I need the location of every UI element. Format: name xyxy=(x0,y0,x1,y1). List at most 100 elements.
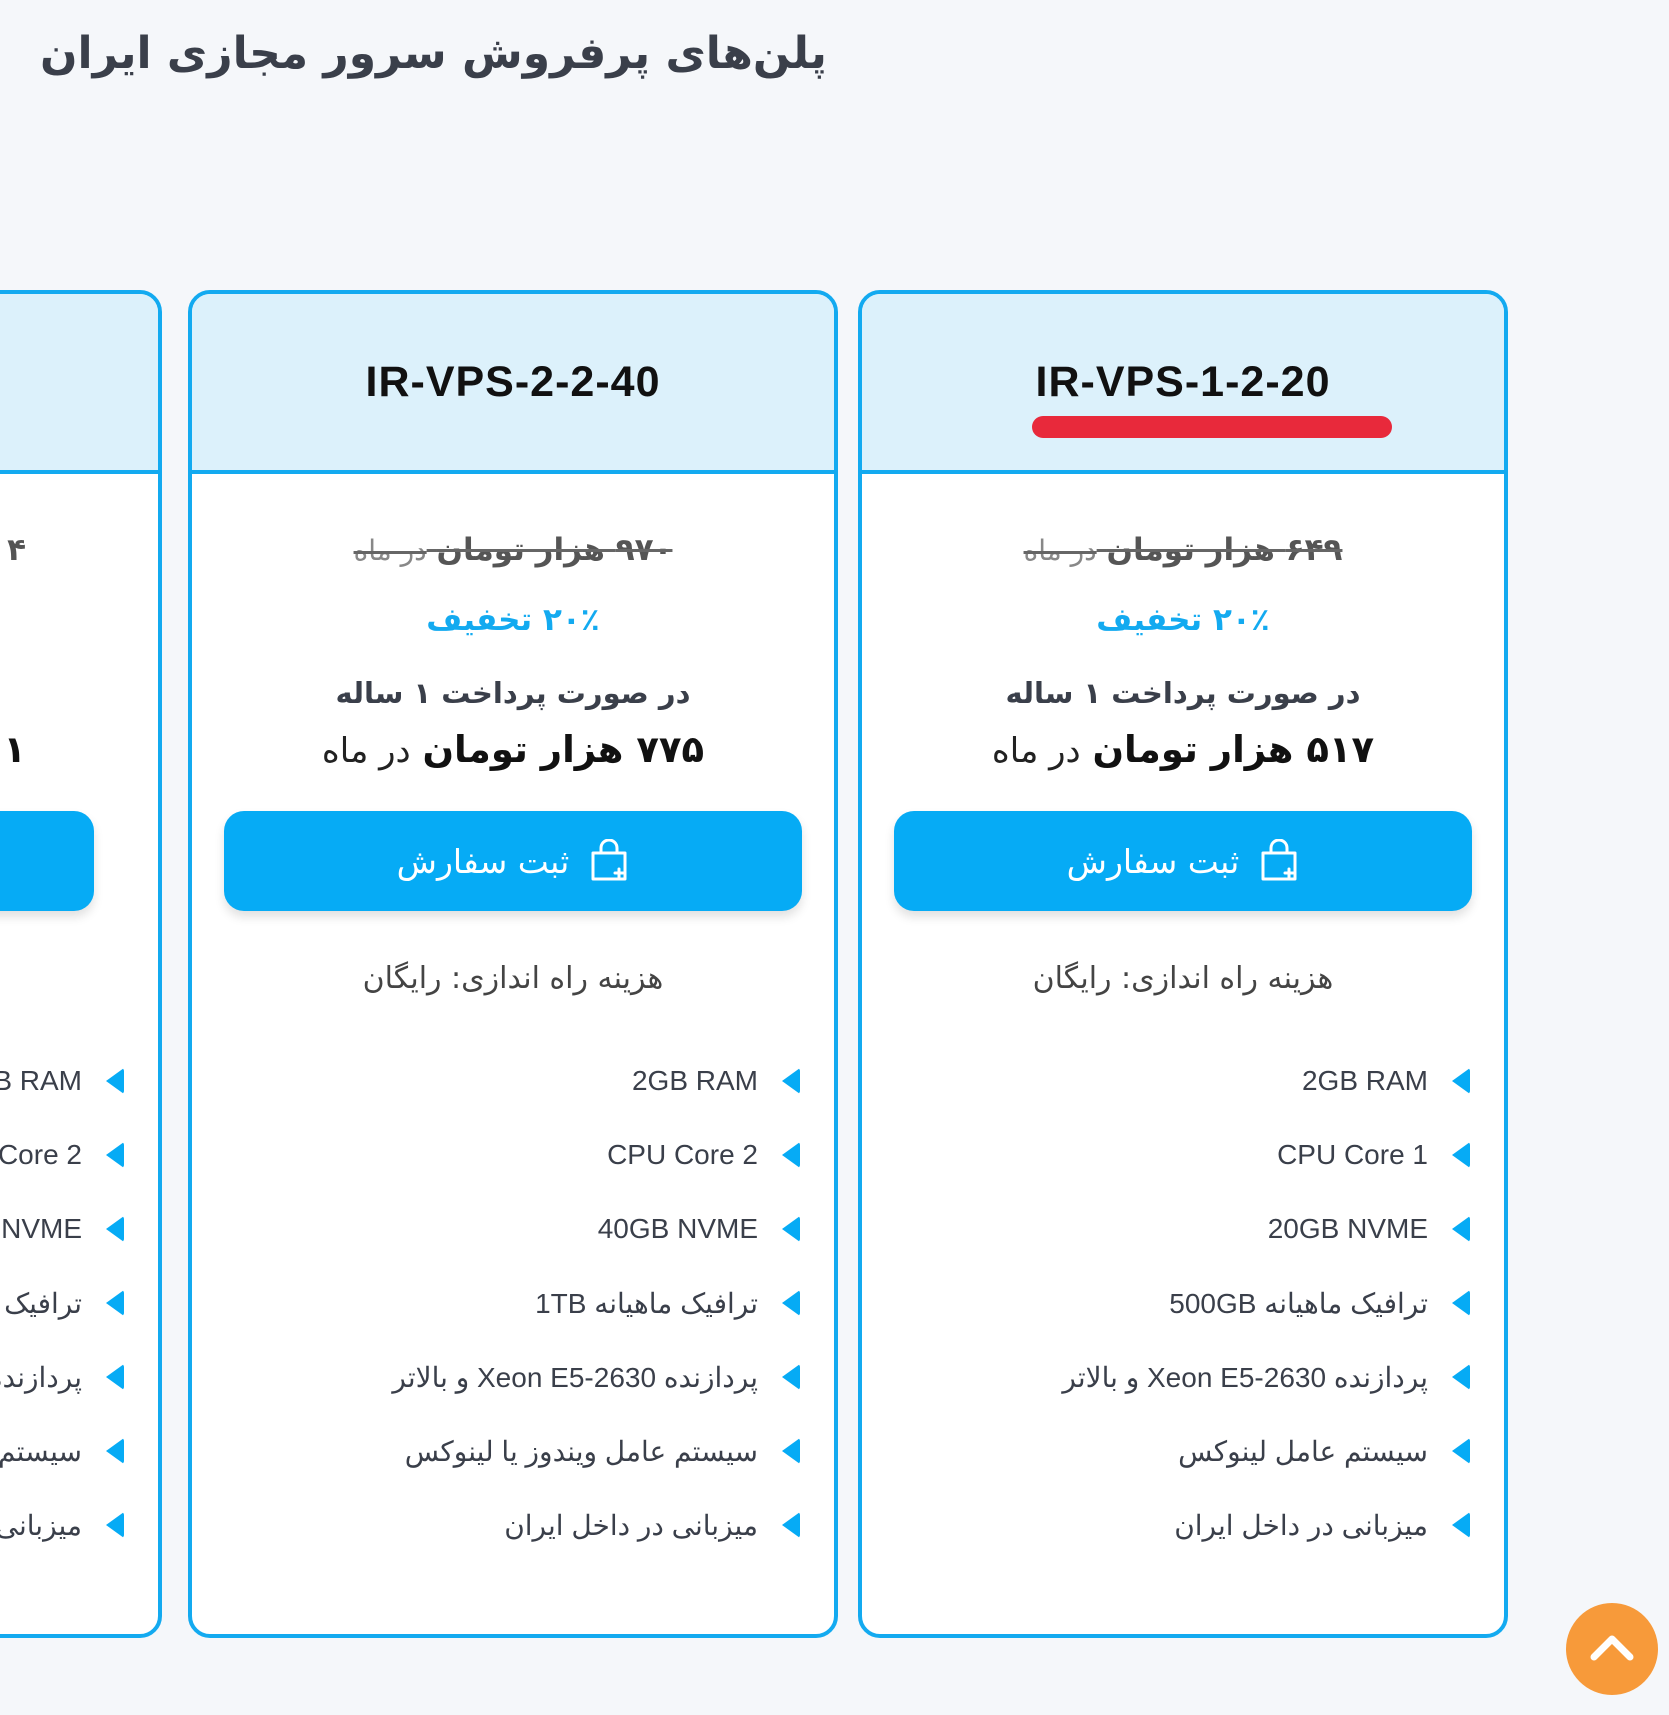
arrow-left-icon xyxy=(1452,1068,1470,1094)
feature-item: B RAM xyxy=(0,1044,124,1118)
old-price-period: در ماه xyxy=(1023,534,1097,567)
shopping-bag-icon xyxy=(1259,839,1299,883)
feature-list: 2GB RAM CPU Core 1 20GB NVME ترافیک ماهی… xyxy=(862,1044,1504,1562)
plan-name: IR-VPS-1-2-20 xyxy=(1035,357,1331,406)
feature-item: Core 2 xyxy=(0,1118,124,1192)
setup-fee: هزینه راه اندازی: رایگان xyxy=(362,961,664,996)
yearly-note-placeholder xyxy=(0,676,26,710)
old-price-amount: ۶۴۹ هزار تومان xyxy=(1106,532,1343,568)
feature-list: B RAM Core 2 NVME ترافیک پردازنده سیستم … xyxy=(0,1044,158,1562)
arrow-left-icon xyxy=(782,1290,800,1316)
feature-text: میزبانی xyxy=(0,1509,82,1541)
feature-text: NVME xyxy=(1,1213,82,1244)
feature-text: میزبانی در داخل ایران xyxy=(1174,1509,1428,1541)
feature-item: پردازنده xyxy=(0,1340,124,1414)
old-price-fragment: ۴ xyxy=(7,532,26,568)
discount-badge: ۲۰٪ تخفیف xyxy=(1096,602,1270,638)
feature-text: B RAM xyxy=(0,1065,82,1096)
feature-item: سیستم عامل لینوکس xyxy=(862,1414,1470,1488)
arrow-left-icon xyxy=(106,1068,124,1094)
arrow-left-icon xyxy=(1452,1142,1470,1168)
old-price: ۶۴۹ هزار تومان در ماه xyxy=(862,532,1504,568)
new-price-amount: ۵۱۷ هزار تومان xyxy=(1092,728,1375,771)
feature-item: میزبانی در داخل ایران xyxy=(862,1488,1470,1562)
new-price: ۵۱۷ هزار تومان در ماه xyxy=(862,728,1504,771)
scroll-to-top-button[interactable] xyxy=(1566,1603,1658,1695)
feature-text: CPU Core 2 xyxy=(607,1139,758,1170)
order-button[interactable] xyxy=(0,811,94,911)
feature-text: پردازنده xyxy=(0,1361,82,1393)
card-header: IR-VPS-1-2-20 xyxy=(862,294,1504,474)
feature-text: میزبانی در داخل ایران xyxy=(504,1509,758,1541)
arrow-left-icon xyxy=(1452,1216,1470,1242)
discount-badge: ۲۰٪ تخفیف xyxy=(426,602,600,638)
feature-text: 40GB NVME xyxy=(597,1213,758,1244)
arrow-left-icon xyxy=(782,1216,800,1242)
red-underline-annotation xyxy=(1032,416,1392,438)
arrow-left-icon xyxy=(782,1364,800,1390)
yearly-note: در صورت پرداخت ۱ ساله xyxy=(335,676,691,710)
feature-text: 2GB RAM xyxy=(631,1065,758,1096)
yearly-note: در صورت پرداخت ۱ ساله xyxy=(1005,676,1361,710)
feature-text: پردازنده Xeon E5-2630 و بالاتر xyxy=(1062,1361,1428,1393)
feature-item: پردازنده Xeon E5-2630 و بالاتر xyxy=(862,1340,1470,1414)
old-price: ۹۷۰ هزار تومان در ماه xyxy=(192,532,834,568)
arrow-left-icon xyxy=(782,1142,800,1168)
arrow-left-icon xyxy=(1452,1364,1470,1390)
arrow-left-icon xyxy=(106,1438,124,1464)
feature-item: ترافیک ماهیانه 500GB xyxy=(862,1266,1470,1340)
arrow-left-icon xyxy=(782,1438,800,1464)
arrow-left-icon xyxy=(1452,1438,1470,1464)
new-price: ۷۷۵ هزار تومان در ماه xyxy=(192,728,834,771)
section-title: پلن‌های پرفروش سرور مجازی ایران xyxy=(40,28,827,79)
order-button[interactable]: ثبت سفارش xyxy=(894,811,1472,911)
plan-card-partial: ۴ ۱.۱ B RAM Core 2 NVME ترافیک پردازنده … xyxy=(0,290,162,1638)
price-block: ۶۴۹ هزار تومان در ماه ۲۰٪ تخفیف در صورت … xyxy=(862,532,1504,771)
order-button-label: ثبت سفارش xyxy=(1066,841,1240,881)
feature-list: 2GB RAM CPU Core 2 40GB NVME ترافیک ماهی… xyxy=(192,1044,834,1562)
arrow-left-icon xyxy=(782,1068,800,1094)
feature-item: سیستم xyxy=(0,1414,124,1488)
feature-text: پردازنده Xeon E5-2630 و بالاتر xyxy=(392,1361,758,1393)
plan-name: IR-VPS-2-2-40 xyxy=(365,357,661,406)
old-price-period: در ماه xyxy=(353,534,427,567)
feature-item: ترافیک xyxy=(0,1266,124,1340)
feature-item: 2GB RAM xyxy=(862,1044,1470,1118)
arrow-left-icon xyxy=(1452,1512,1470,1538)
setup-fee: هزینه راه اندازی: رایگان xyxy=(1032,961,1334,996)
feature-item: میزبانی در داخل ایران xyxy=(192,1488,800,1562)
feature-item: میزبانی xyxy=(0,1488,124,1562)
old-price-amount: ۹۷۰ هزار تومان xyxy=(436,532,673,568)
feature-text: ترافیک ماهیانه 1TB xyxy=(535,1287,758,1319)
plan-card: IR-VPS-2-2-40 ۹۷۰ هزار تومان در ماه ۲۰٪ … xyxy=(188,290,838,1638)
card-header xyxy=(0,294,158,474)
feature-item: 2GB RAM xyxy=(192,1044,800,1118)
feature-text: سیستم عامل ویندوز یا لینوکس xyxy=(404,1435,758,1467)
feature-text: ترافیک xyxy=(4,1287,82,1319)
arrow-left-icon xyxy=(1452,1290,1470,1316)
price-block: ۹۷۰ هزار تومان در ماه ۲۰٪ تخفیف در صورت … xyxy=(192,532,834,771)
feature-text: CPU Core 1 xyxy=(1277,1139,1428,1170)
feature-text: 20GB NVME xyxy=(1267,1213,1428,1244)
shopping-bag-icon xyxy=(589,839,629,883)
price-block: ۴ ۱.۱ xyxy=(0,532,158,771)
feature-item: سیستم عامل ویندوز یا لینوکس xyxy=(192,1414,800,1488)
setup-fee xyxy=(0,961,158,996)
feature-item: CPU Core 2 xyxy=(192,1118,800,1192)
new-price-period: در ماه xyxy=(321,731,411,771)
feature-item: پردازنده Xeon E5-2630 و بالاتر xyxy=(192,1340,800,1414)
chevron-up-icon xyxy=(1588,1632,1636,1666)
arrow-left-icon xyxy=(106,1290,124,1316)
arrow-left-icon xyxy=(106,1216,124,1242)
order-button[interactable]: ثبت سفارش xyxy=(224,811,802,911)
new-price-period: در ماه xyxy=(991,731,1081,771)
feature-item: 40GB NVME xyxy=(192,1192,800,1266)
feature-text: 2GB RAM xyxy=(1301,1065,1428,1096)
card-header: IR-VPS-2-2-40 xyxy=(192,294,834,474)
arrow-left-icon xyxy=(106,1364,124,1390)
discount-placeholder xyxy=(0,602,26,638)
feature-item: NVME xyxy=(0,1192,124,1266)
feature-item: CPU Core 1 xyxy=(862,1118,1470,1192)
feature-text: ترافیک ماهیانه 500GB xyxy=(1169,1287,1428,1319)
feature-text: سیستم عامل لینوکس xyxy=(1178,1435,1428,1467)
